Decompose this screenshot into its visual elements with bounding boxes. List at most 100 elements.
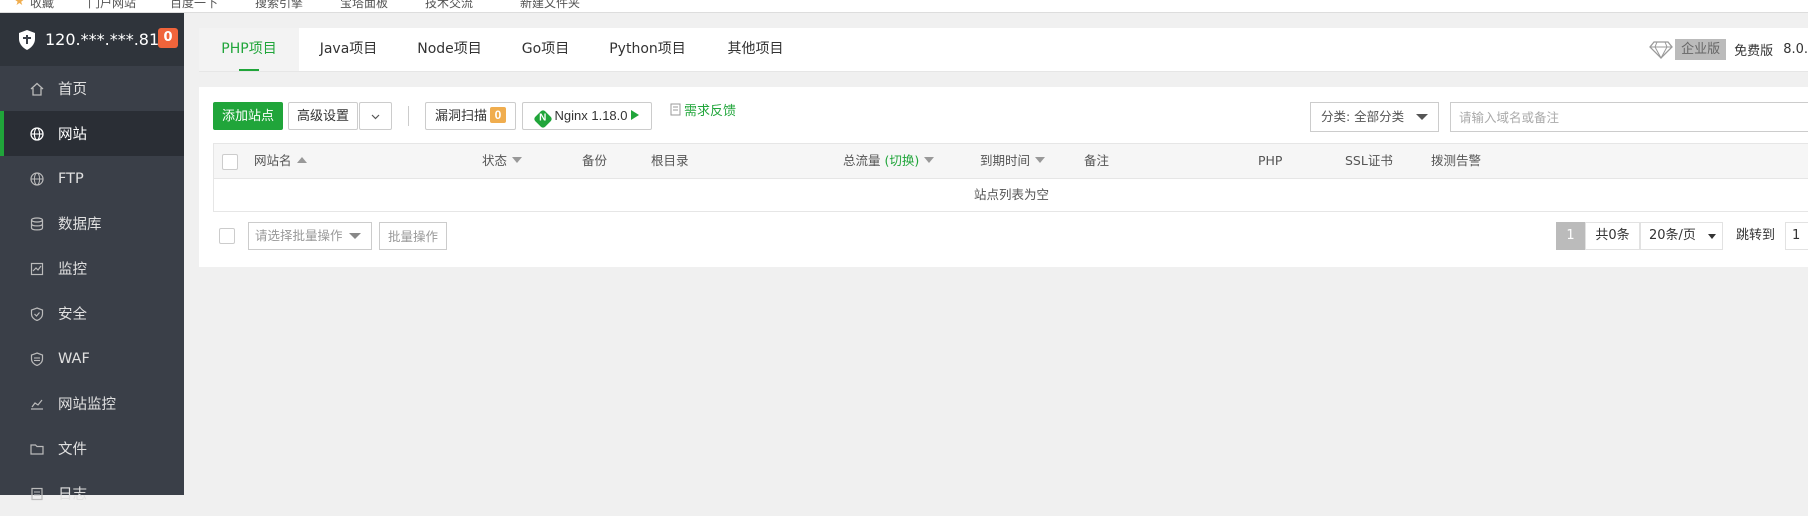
caret-down-icon (349, 233, 361, 239)
sidebar-item-site-monitor[interactable]: 网站监控 (0, 381, 184, 426)
sidebar-item-label: 网站 (58, 127, 87, 143)
batch-operation-select[interactable]: 请选择批量操作 (248, 222, 372, 250)
play-icon (630, 110, 639, 120)
sidebar-item-files[interactable]: 文件 (0, 426, 184, 471)
col-label: 状态 (482, 153, 508, 168)
sidebar-menu: 首页 网站 FTP 数据库 监控 安全 WAF 网站监控 文件 日志 (0, 66, 184, 516)
vuln-count-badge: 0 (490, 107, 506, 123)
sidebar-item-website[interactable]: 网站 (0, 111, 184, 156)
jump-page-input[interactable]: 1 (1785, 222, 1808, 250)
category-select-value: 分类: 全部分类 (1321, 109, 1405, 124)
vuln-scan-label: 漏洞扫描 (434, 108, 487, 123)
tab-python-project[interactable]: Python项目 (590, 28, 705, 71)
sidebar-item-ftp[interactable]: FTP (0, 156, 184, 201)
enterprise-edition-label[interactable]: 企业版 (1675, 39, 1727, 60)
feedback-link[interactable]: 需求反馈 (670, 98, 736, 126)
tab-go-project[interactable]: Go项目 (501, 28, 590, 71)
active-tab-indicator (239, 69, 259, 71)
bookmark-item[interactable]: 技术交流 (425, 0, 473, 11)
bookmark-item[interactable]: 新建文件夹 (520, 0, 580, 11)
tab-label: Go项目 (521, 41, 570, 57)
tab-node-project[interactable]: Node项目 (398, 28, 501, 71)
advanced-settings-dropdown[interactable] (359, 102, 392, 130)
sort-asc-icon (296, 157, 307, 163)
col-php: PHP (1258, 153, 1283, 168)
shield-check-icon (28, 306, 46, 321)
server-header: 120.***.***.81 0 (0, 13, 184, 66)
project-tabs-bar: PHP项目 Java项目 Node项目 Go项目 Python项目 其他项目 企… (199, 28, 1808, 72)
tab-other-project[interactable]: 其他项目 (705, 28, 806, 71)
jump-to-label: 跳转到 (1736, 228, 1776, 243)
free-edition-label: 免费版 (1734, 44, 1774, 59)
bookmark-item[interactable]: 收藏 (30, 0, 54, 11)
site-search-input[interactable] (1450, 102, 1808, 132)
sidebar-item-label: 日志 (58, 487, 87, 503)
notification-badge[interactable]: 0 (158, 28, 178, 48)
bookmark-item[interactable]: 门户网站 (88, 0, 136, 11)
col-note: 备注 (1084, 153, 1110, 168)
bookmark-star-icon: ★ (14, 0, 25, 8)
col-label: 到期时间 (980, 153, 1031, 168)
col-backup: 备份 (582, 153, 608, 168)
sidebar-item-database[interactable]: 数据库 (0, 201, 184, 246)
sidebar-item-label: 网站监控 (58, 397, 116, 413)
folder-icon (28, 442, 46, 456)
sidebar-item-monitor[interactable]: 监控 (0, 246, 184, 291)
diamond-icon (1649, 40, 1674, 59)
select-all-checkbox[interactable] (222, 154, 238, 170)
nginx-version-label: Nginx 1.18.0 (554, 108, 628, 123)
monitor-icon (28, 262, 46, 276)
bookmark-item[interactable]: 百度一下 (170, 0, 218, 11)
tab-java-project[interactable]: Java项目 (299, 28, 398, 71)
traffic-toggle-link[interactable]: (切换) (885, 153, 920, 168)
category-select[interactable]: 分类: 全部分类 (1310, 102, 1439, 132)
chart-line-icon (28, 397, 46, 411)
sort-desc-icon (1035, 157, 1046, 163)
tab-php-project[interactable]: PHP项目 (199, 28, 299, 71)
sidebar-item-logs[interactable]: 日志 (0, 471, 184, 516)
bookmark-item[interactable]: 搜索引擎 (255, 0, 303, 11)
sort-desc-icon (924, 157, 935, 163)
feedback-label: 需求反馈 (684, 104, 737, 119)
sort-desc-icon (512, 157, 523, 163)
page-size-select[interactable]: 20条/页 (1640, 222, 1723, 250)
sidebar-item-label: 数据库 (58, 217, 102, 233)
tab-label: Node项目 (417, 41, 482, 57)
table-header: 网站名 状态 备份 根目录 总流量 (切换) 到期时间 备注 PHP SSL证书… (213, 143, 1808, 179)
vuln-scan-button[interactable]: 漏洞扫描 0 (425, 102, 516, 130)
col-label: 总流量 (843, 153, 881, 168)
nginx-version-button[interactable]: N Nginx 1.18.0 (522, 102, 652, 130)
col-expire[interactable]: 到期时间 (980, 144, 1046, 178)
col-traffic[interactable]: 总流量 (切换) (843, 144, 935, 178)
sidebar-item-waf[interactable]: WAF (0, 336, 184, 381)
home-icon (28, 82, 46, 96)
col-alert: 拨测告警 (1431, 153, 1482, 168)
sidebar-item-label: FTP (58, 170, 84, 187)
col-root-dir: 根目录 (651, 153, 689, 168)
col-site-name[interactable]: 网站名 (254, 144, 307, 178)
panel-version[interactable]: 8.0. (1783, 42, 1808, 57)
sidebar-item-label: WAF (58, 350, 90, 367)
sidebar-item-label: 监控 (58, 262, 87, 278)
col-label: 网站名 (254, 153, 292, 168)
site-list-panel: 添加站点 高级设置 漏洞扫描 0 N Nginx 1.18.0 需求反馈 分类: 全… (199, 87, 1808, 267)
bookmark-item[interactable]: 宝塔面板 (340, 0, 388, 11)
col-status[interactable]: 状态 (482, 144, 523, 178)
add-site-button[interactable]: 添加站点 (213, 102, 283, 130)
batch-operation-button[interactable]: 批量操作 (379, 222, 447, 250)
advanced-settings-button[interactable]: 高级设置 (288, 102, 358, 130)
tab-label: 其他项目 (727, 41, 784, 57)
batch-select-checkbox[interactable] (219, 228, 235, 244)
log-icon (28, 487, 46, 501)
sidebar-item-label: 文件 (58, 442, 87, 458)
sidebar-item-security[interactable]: 安全 (0, 291, 184, 336)
sidebar-item-home[interactable]: 首页 (0, 66, 184, 111)
tab-label: Python项目 (609, 41, 686, 57)
empty-table-message: 站点列表为空 (213, 178, 1808, 212)
sidebar: 120.***.***.81 0 首页 网站 FTP 数据库 监控 安全 WAF… (0, 13, 184, 503)
pagination-current-page[interactable]: 1 (1556, 222, 1585, 250)
server-ip[interactable]: 120.***.***.81 (45, 30, 159, 49)
pagination-total: 共0条 (1585, 222, 1640, 250)
shield-logo-icon (19, 29, 35, 50)
sidebar-item-label: 首页 (58, 82, 87, 98)
